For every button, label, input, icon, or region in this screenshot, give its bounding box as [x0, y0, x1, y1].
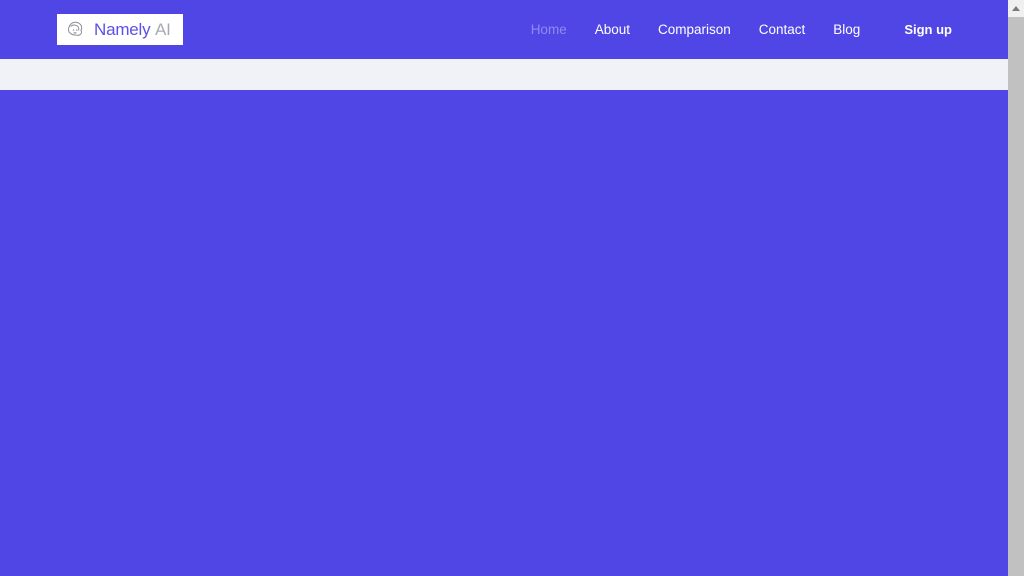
page-content: Namely AI Home About Comparison Contact …	[0, 0, 1008, 576]
nav-link-blog[interactable]: Blog	[833, 23, 860, 37]
logo-text-primary: Namely	[94, 20, 151, 39]
hero-section	[0, 90, 1008, 576]
logo[interactable]: Namely AI	[57, 14, 183, 45]
main-navigation: Home About Comparison Contact Blog Sign …	[531, 0, 952, 59]
nav-link-about[interactable]: About	[595, 23, 630, 37]
logo-text: Namely AI	[94, 21, 171, 38]
header-sub-band	[0, 59, 1008, 90]
nav-link-contact[interactable]: Contact	[759, 23, 806, 37]
site-header: Namely AI Home About Comparison Contact …	[0, 0, 1008, 59]
logo-text-secondary: AI	[154, 20, 171, 39]
vertical-scrollbar[interactable]	[1008, 0, 1024, 576]
browser-viewport: Namely AI Home About Comparison Contact …	[0, 0, 1024, 576]
face-icon	[67, 21, 83, 36]
scrollbar-thumb[interactable]	[1008, 17, 1024, 576]
nav-link-comparison[interactable]: Comparison	[658, 23, 731, 37]
sign-up-button[interactable]: Sign up	[904, 23, 952, 36]
scroll-up-arrow-icon[interactable]	[1008, 0, 1024, 17]
nav-link-home[interactable]: Home	[531, 23, 567, 37]
chevron-up-icon	[1012, 6, 1020, 11]
